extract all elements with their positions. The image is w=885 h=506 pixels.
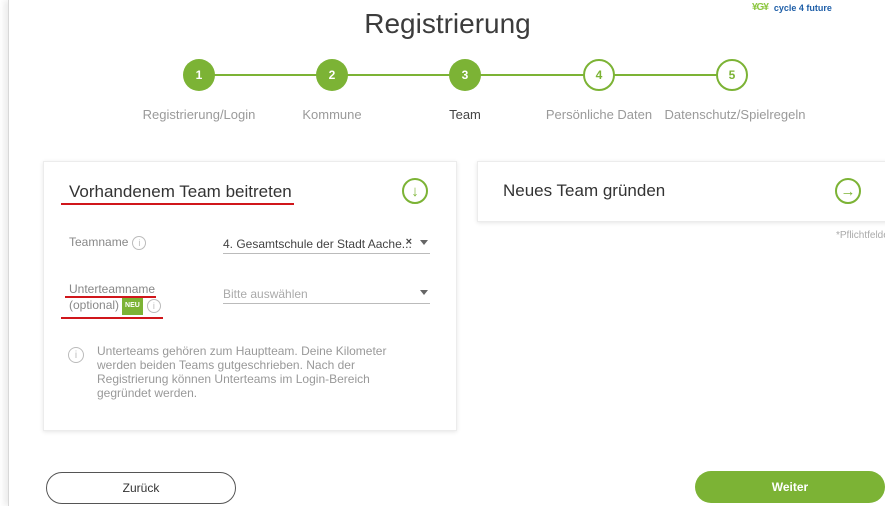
new-badge: NEU [122,297,143,315]
step-3[interactable]: 3 [449,59,481,91]
info-icon[interactable]: i [132,235,147,250]
step-1[interactable]: 1 [183,59,215,91]
step-3-label: Team [449,107,481,122]
back-button[interactable]: Zurück [46,472,236,504]
team-name-value: 4. Gesamtschule der Stadt Aache... [223,237,412,251]
subteam-label-line1: Unterteamname [69,282,156,296]
arrow-right-icon: → [840,182,856,200]
new-team-card[interactable]: Neues Team gründen → [477,161,885,222]
join-team-title[interactable]: Vorhandenem Team beitreten [69,182,292,202]
step-5-label: Datenschutz/Spielregeln [664,107,806,122]
app-frame: ¥G¥ cycle 4 future Registrierung 1 2 3 4… [8,0,885,506]
next-button[interactable]: Weiter [695,471,885,503]
page-title: Registrierung [364,8,531,39]
team-name-label: Teamname i [69,235,147,250]
step-1-label: Registrierung/Login [142,107,256,122]
new-team-title[interactable]: Neues Team gründen [503,181,665,201]
arrow-down-icon: ↓ [411,182,419,200]
subteam-hint-text: Unterteams gehören zum Hauptteam. Deine … [97,344,387,400]
step-2-label: Kommune [302,107,362,122]
annotation-underline [65,296,156,298]
subteam-label-line2: (optional) [69,298,120,313]
step-5[interactable]: 5 [716,59,748,91]
chevron-down-icon[interactable] [420,290,428,295]
subteam-label: Unterteamname (optional) NEU i [69,281,161,315]
info-icon[interactable]: i [146,299,161,313]
open-new-team-button[interactable]: → [835,178,861,204]
expand-join-team-button[interactable]: ↓ [402,178,428,204]
required-fields-note: *Pflichtfelder [836,230,885,241]
team-name-label-text: Teamname [69,235,129,249]
step-4-label: Persönliche Daten [545,107,653,122]
step-2[interactable]: 2 [316,59,348,91]
chevron-down-icon[interactable] [420,240,428,245]
step-4[interactable]: 4 [583,59,615,91]
clear-icon[interactable]: × [406,236,412,248]
subteam-placeholder: Bitte auswählen [223,287,308,301]
annotation-underline [61,203,294,205]
info-icon: i [68,347,84,363]
subteam-select[interactable]: Bitte auswählen [223,285,430,304]
annotation-underline [61,317,163,319]
team-name-select[interactable]: 4. Gesamtschule der Stadt Aache... × [223,235,430,254]
